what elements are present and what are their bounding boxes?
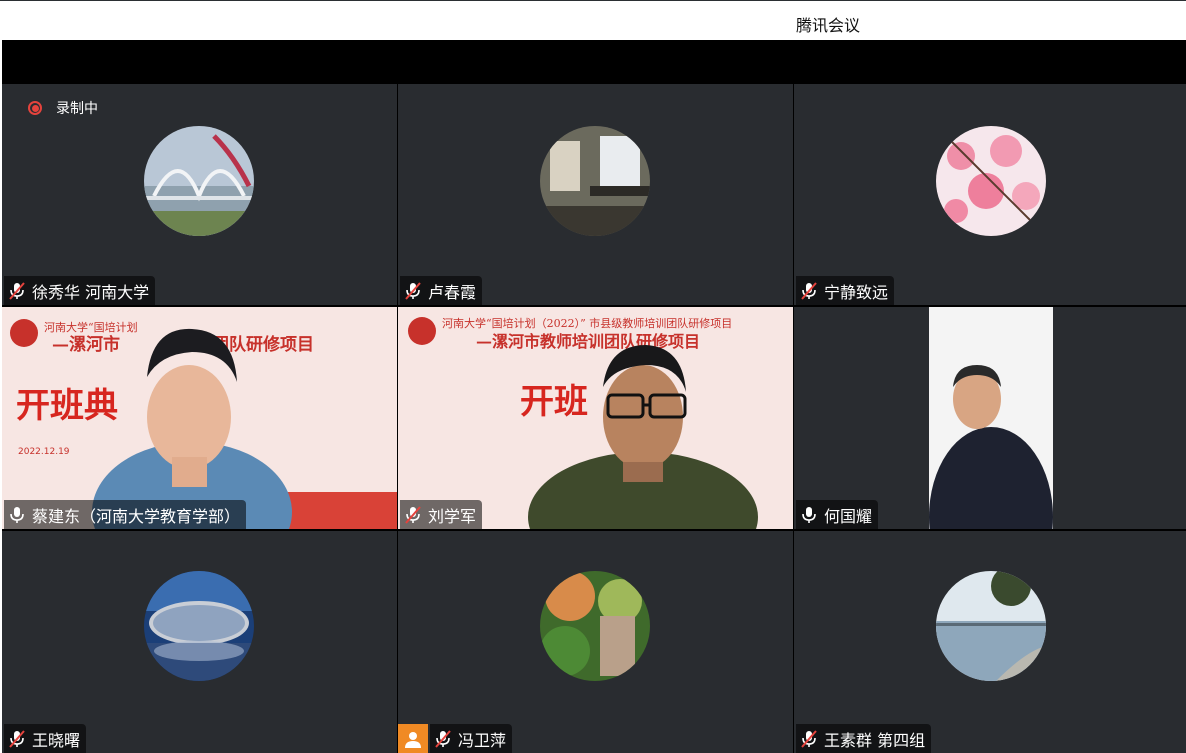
participant-name: 宁静致远: [824, 282, 889, 302]
participant-name-tag: 王素群 第四组: [796, 724, 932, 753]
banner-date: 2022.12.19: [18, 447, 70, 457]
participant-name: 王素群 第四组: [824, 730, 926, 750]
video-grid: 录制中 徐秀华 河南大学 卢春霞 宁静致远 河南大学“国培计划 —漯河市 团队研…: [2, 84, 1186, 753]
participant-name-tag: 宁静致远: [796, 276, 895, 305]
video-feed: 河南大学“国培计划 —漯河市 团队研修项目 开班典 2022.12.19: [2, 307, 397, 529]
user-badge: [398, 724, 428, 753]
participant-name: 刘学军: [428, 506, 477, 526]
participant-tile[interactable]: 录制中 徐秀华 河南大学: [2, 84, 397, 305]
bridge-photo: [144, 126, 254, 236]
participant-name: 蔡建东（河南大学教育学部）: [32, 506, 241, 526]
mic-muted-icon: [9, 729, 25, 748]
record-icon: [28, 101, 42, 115]
forest-photo: [540, 571, 650, 681]
recording-indicator: 录制中: [28, 98, 98, 118]
window-title: 腾讯会议: [796, 16, 861, 35]
lake-photo: [936, 571, 1046, 681]
mic-icon: [802, 506, 816, 523]
participant-name-tag: 徐秀华 河南大学: [4, 276, 156, 305]
svg-text:—漯河市教师培训团队研修项目: —漯河市教师培训团队研修项目: [476, 332, 700, 351]
participant-tile-speaking[interactable]: 河南大学“国培计划 —漯河市 团队研修项目 开班典 2022.12.19 蔡建东…: [2, 307, 397, 529]
avatar: [540, 571, 650, 681]
mic-muted-icon: [801, 729, 817, 748]
banner-line1: 河南大学“国培计划: [44, 320, 138, 334]
svg-text:开班: 开班: [520, 382, 588, 422]
participant-name-tag: 王晓曙: [4, 724, 87, 753]
participant-name: 何国耀: [824, 506, 873, 526]
mic-muted-icon: [405, 281, 421, 300]
room-photo: [540, 126, 650, 236]
avatar: [540, 126, 650, 236]
banner-line2: —漯河市: [52, 334, 120, 355]
participant-name-tag: 刘学军: [400, 500, 483, 529]
participant-name-tag: 冯卫萍: [430, 724, 513, 753]
theater-photo: [144, 571, 254, 681]
banner-headline: 开班典: [16, 386, 118, 426]
video-feed: 河南大学“国培计划（2022）” 市县级教师培训团队研修项目 —漯河市教师培训团…: [398, 307, 793, 529]
toolbar-area: [2, 40, 1186, 84]
avatar: [144, 571, 254, 681]
video-feed: [929, 307, 1053, 529]
participant-tile[interactable]: 宁静致远: [794, 84, 1186, 305]
avatar: [936, 571, 1046, 681]
participant-tile[interactable]: 河南大学“国培计划（2022）” 市县级教师培训团队研修项目 —漯河市教师培训团…: [398, 307, 793, 529]
participant-tile[interactable]: 王素群 第四组: [794, 531, 1186, 753]
avatar: [936, 126, 1046, 236]
participant-tile[interactable]: 何国耀: [794, 307, 1186, 529]
participant-name-tag: 卢春霞: [400, 276, 483, 305]
participant-name: 王晓曙: [32, 730, 81, 750]
participant-name: 徐秀华 河南大学: [32, 282, 150, 302]
participant-tile[interactable]: 王晓曙: [2, 531, 397, 753]
mic-muted-icon: [801, 281, 817, 300]
mic-muted-icon: [435, 729, 451, 748]
title-bar: 腾讯会议: [0, 0, 1186, 40]
recording-label: 录制中: [56, 101, 98, 117]
avatar: [144, 126, 254, 236]
participant-name-tag: 蔡建东（河南大学教育学部）: [4, 500, 247, 529]
blossom-photo: [936, 126, 1046, 236]
participant-name: 冯卫萍: [458, 730, 507, 750]
svg-text:河南大学“国培计划（2022）” 市县级教师培训团队研修项目: 河南大学“国培计划（2022）” 市县级教师培训团队研修项目: [442, 316, 732, 330]
mic-icon: [10, 506, 24, 523]
mic-muted-icon: [405, 505, 421, 524]
mic-muted-icon: [9, 281, 25, 300]
participant-name-tag: 何国耀: [796, 500, 879, 529]
participant-tile[interactable]: 冯卫萍: [398, 531, 793, 753]
participant-tile[interactable]: 卢春霞: [398, 84, 793, 305]
user-icon: [405, 731, 421, 748]
participant-name: 卢春霞: [428, 282, 477, 302]
